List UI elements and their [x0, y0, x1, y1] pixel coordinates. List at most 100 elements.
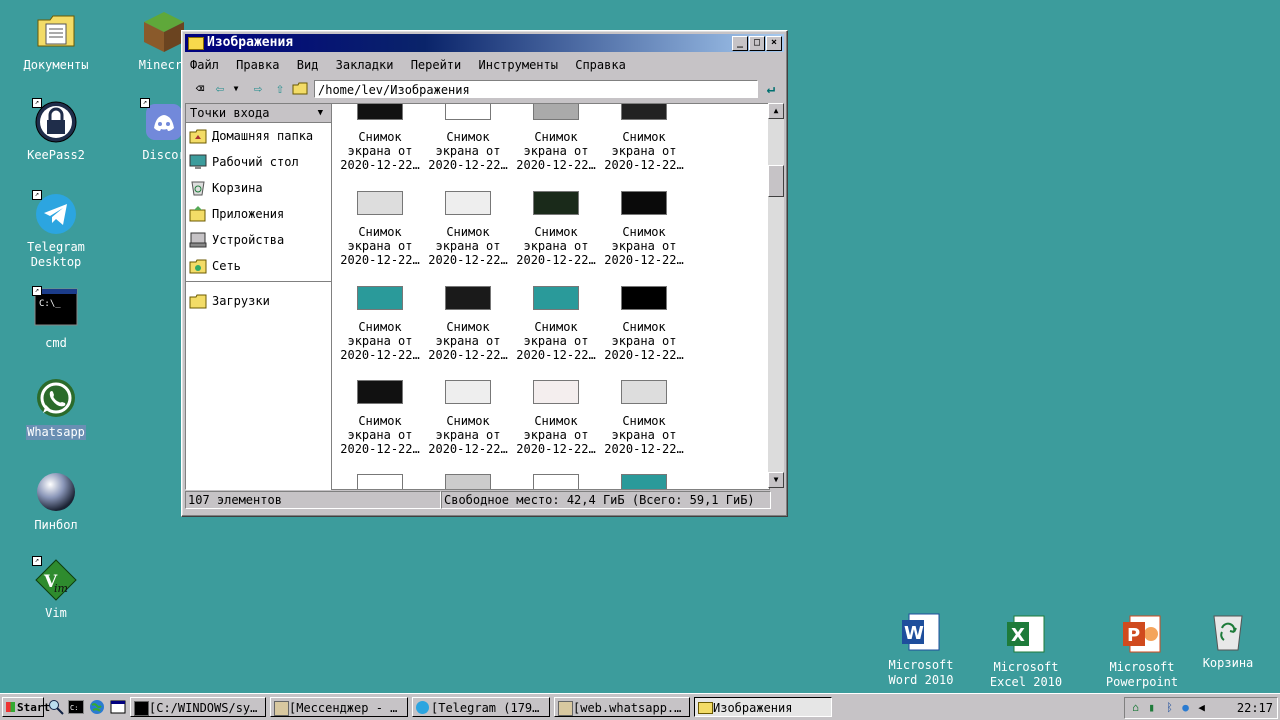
up-button[interactable]: ⇧	[272, 81, 288, 97]
desktop-icon-pinball[interactable]: Пинбол	[8, 470, 104, 533]
file-item[interactable]: Снимокэкрана от2020-12-22…	[600, 104, 688, 172]
sidebar-item-home[interactable]: Домашняя папка	[186, 123, 331, 149]
file-item[interactable]: Снимокэкрана от2020-12-22…	[424, 104, 512, 172]
desktop-icon-label: Microsoft Excel 2010	[989, 660, 1063, 689]
globe-tray-icon[interactable]: ●	[1179, 701, 1192, 714]
places-dropdown[interactable]: Точки входа ▼	[186, 104, 331, 123]
sidebar-item-applications[interactable]: Приложения	[186, 201, 331, 227]
desktop-icon-word[interactable]: W Microsoft Word 2010	[873, 610, 969, 688]
image-thumbnail	[621, 191, 667, 215]
file-item[interactable]: Снимокэкрана от2020-12-22…	[424, 191, 512, 267]
scroll-up-button[interactable]: ▲	[768, 103, 784, 119]
vertical-scrollbar[interactable]: ▲ ▼	[768, 103, 784, 488]
network-icon	[189, 257, 207, 274]
network-tray-icon[interactable]: ⌂	[1129, 701, 1142, 714]
task-telegram[interactable]: [Telegram (179…	[412, 697, 550, 717]
home-folder-icon[interactable]	[292, 81, 308, 97]
file-name-line: экрана от	[523, 239, 589, 253]
downloads-folder-icon	[189, 292, 207, 309]
go-button[interactable]: ↵	[762, 81, 780, 97]
file-name-line: Снимок	[358, 225, 402, 239]
back-button[interactable]: ⇦	[212, 81, 228, 97]
desktop-icon-whatsapp[interactable]: Whatsapp	[8, 377, 104, 440]
window-titlebar[interactable]: Изображения _ □ ×	[185, 34, 784, 52]
back-history-dropdown[interactable]: ▼	[228, 81, 244, 97]
menu-view[interactable]: Вид	[297, 58, 319, 72]
status-item-count: 107 элементов	[185, 491, 441, 509]
messenger-icon	[274, 701, 289, 716]
file-name-line: 2020-12-22…	[428, 442, 508, 456]
sidebar-item-devices[interactable]: Устройства	[186, 227, 331, 253]
file-view[interactable]: Снимок экрана от 2020-12-22… Снимок экрана о…	[331, 103, 770, 490]
file-item[interactable]: Снимокэкрана от2020-12-22…	[336, 380, 424, 456]
menu-help[interactable]: Справка	[575, 58, 626, 72]
desktop-icon-keepass[interactable]: ↗ KeePass2	[8, 98, 104, 163]
desktop-icon-documents[interactable]: Документы	[8, 10, 104, 73]
file-item[interactable]: Снимокэкрана от2020-12-22…	[336, 191, 424, 267]
terminal-icon[interactable]: C:	[68, 699, 84, 715]
file-item[interactable]: Снимокэкрана от2020-12-22…	[600, 380, 688, 456]
file-item[interactable]: Снимокэкрана от2020-12-22…	[512, 286, 600, 362]
desktop-icon-powerpoint[interactable]: P Microsoft Powerpoint …	[1094, 612, 1190, 705]
menu-go[interactable]: Перейти	[411, 58, 462, 72]
task-images-folder[interactable]: Изображения	[694, 697, 832, 717]
file-item[interactable]: Снимокэкрана от2020-12-22…	[424, 380, 512, 456]
search-icon[interactable]	[48, 699, 64, 715]
file-item[interactable]: Снимокэкрана от2020-12-22…	[600, 474, 688, 489]
sidebar-item-downloads[interactable]: Загрузки	[186, 288, 331, 314]
file-item[interactable]: Снимокэкрана от2020-12-22…	[512, 474, 600, 489]
broom-icon[interactable]: ⌫	[192, 81, 208, 97]
file-manager-window[interactable]: Изображения _ □ × Файл Правка Вид Заклад…	[181, 30, 788, 517]
file-name-line: экрана от	[611, 144, 677, 158]
file-item[interactable]: Снимокэкрана от2020-12-22…	[336, 474, 424, 489]
file-item[interactable]: Снимокэкрана от2020-12-22…	[512, 191, 600, 267]
signal-icon[interactable]: ▮	[1145, 701, 1158, 714]
desktop-icon-vim[interactable]: Vim ↗ Vim	[8, 556, 104, 621]
maximize-button[interactable]: □	[749, 36, 765, 51]
menu-edit[interactable]: Правка	[236, 58, 279, 72]
menu-tools[interactable]: Инструменты	[479, 58, 558, 72]
task-console[interactable]: [C:/WINDOWS/sy…	[130, 697, 266, 717]
sidebar-item-network[interactable]: Сеть	[186, 253, 331, 279]
start-button[interactable]: Start	[2, 697, 50, 717]
bluetooth-icon[interactable]: ᛒ	[1163, 701, 1176, 714]
menu-bookmarks[interactable]: Закладки	[336, 58, 394, 72]
file-item[interactable]: Снимокэкрана от2020-12-22…	[600, 191, 688, 267]
scroll-down-button[interactable]: ▼	[768, 472, 784, 488]
address-bar[interactable]: /home/lev/Изображения	[314, 80, 758, 98]
file-item[interactable]: Снимокэкрана от2020-12-22…	[424, 474, 512, 489]
forward-button[interactable]: ⇨	[250, 81, 266, 97]
volume-icon[interactable]: ◀	[1195, 701, 1208, 714]
file-name-line: 2020-12-22…	[428, 348, 508, 362]
file-item[interactable]: Снимокэкрана от2020-12-22…	[512, 380, 600, 456]
file-name-line: Снимок	[446, 130, 490, 144]
file-name-line: экрана от	[435, 144, 501, 158]
desktop-icon-telegram[interactable]: ↗ Telegram Desktop	[8, 190, 104, 270]
devices-icon	[189, 231, 207, 248]
desktop-icon-excel[interactable]: X Microsoft Excel 2010	[978, 612, 1074, 690]
desktop-icon-recycle-bin[interactable]: Корзина	[1180, 608, 1276, 671]
task-messenger[interactable]: [Мессенджер - …	[270, 697, 408, 717]
file-item[interactable]: Снимокэкрана от2020-12-22…	[600, 286, 688, 362]
file-item[interactable]: Снимокэкрана от2020-12-22…	[336, 286, 424, 362]
task-whatsapp-web[interactable]: [web.whatsapp.…	[554, 697, 690, 717]
file-item[interactable]: Снимокэкрана от2020-12-22…	[424, 286, 512, 362]
browser-globe-icon[interactable]	[89, 699, 105, 715]
console-icon	[134, 701, 149, 716]
desktop-icon-label: Пинбол	[34, 518, 78, 532]
file-name-line: Снимок	[534, 320, 578, 334]
file-name-line: Снимок	[534, 225, 578, 239]
scroll-thumb[interactable]	[768, 165, 784, 197]
shortcut-arrow-icon: ↗	[32, 98, 42, 108]
status-free-space: Свободное место: 42,4 ГиБ (Всего: 59,1 Г…	[441, 491, 771, 509]
window-icon[interactable]	[110, 699, 126, 715]
file-item[interactable]: Снимокэкрана от2020-12-22…	[512, 104, 600, 172]
telegram-icon: ↗	[32, 190, 78, 236]
close-button[interactable]: ×	[766, 36, 782, 51]
menu-file[interactable]: Файл	[190, 58, 219, 72]
sidebar-item-desktop[interactable]: Рабочий стол	[186, 149, 331, 175]
desktop-icon-cmd[interactable]: C:\_ ↗ cmd	[8, 286, 104, 351]
sidebar-item-trash[interactable]: Корзина	[186, 175, 331, 201]
minimize-button[interactable]: _	[732, 36, 748, 51]
file-item[interactable]: Снимокэкрана от2020-12-22…	[336, 104, 424, 172]
